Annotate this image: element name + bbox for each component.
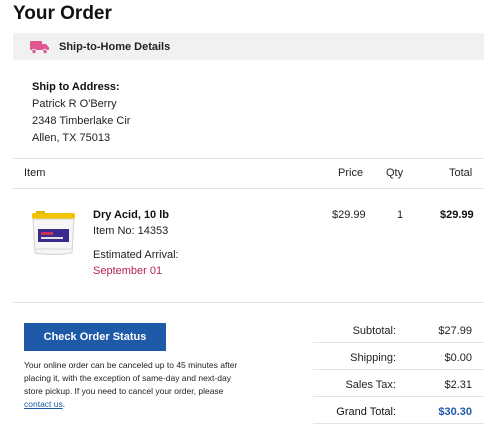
grand-total-value: $30.30 — [438, 406, 472, 418]
cancel-policy-note: Your online order can be canceled up to … — [24, 359, 246, 411]
estimated-arrival-label: Estimated Arrival: — [93, 249, 179, 261]
check-order-status-button[interactable]: Check Order Status — [24, 323, 166, 351]
divider — [13, 158, 484, 159]
divider — [13, 188, 484, 189]
product-name[interactable]: Dry Acid, 10 lb — [93, 209, 169, 221]
item-price: $29.99 — [332, 209, 366, 221]
ship-to-home-label: Ship-to-Home Details — [59, 40, 171, 53]
grand-total-label: Grand Total: — [336, 406, 396, 418]
page-title: Your Order — [13, 3, 112, 24]
column-header-price: Price — [338, 167, 364, 179]
product-image[interactable] — [26, 209, 81, 256]
item-qty: 1 — [397, 209, 404, 221]
ship-address-name: Patrick R O'Berry — [32, 98, 117, 110]
cancel-policy-text: Your online order can be canceled up to … — [24, 360, 238, 396]
truck-icon — [30, 40, 50, 54]
summary-divider — [313, 342, 484, 343]
ship-address-block: Ship to Address: Patrick R O'Berry 2348 … — [32, 79, 130, 147]
column-header-total: Total — [449, 167, 473, 179]
summary-divider — [313, 396, 484, 397]
item-total: $29.99 — [440, 209, 474, 221]
shipping-label: Shipping: — [350, 352, 396, 364]
sales-tax-label: Sales Tax: — [345, 379, 396, 391]
product-item-number: Item No: 14353 — [93, 225, 169, 237]
column-header-item: Item — [24, 167, 46, 179]
shipping-value: $0.00 — [444, 352, 472, 364]
contact-us-link[interactable]: contact us — [24, 399, 63, 409]
column-header-qty: Qty — [386, 167, 404, 179]
subtotal-value: $27.99 — [438, 325, 472, 337]
sales-tax-value: $2.31 — [444, 379, 472, 391]
ship-address-heading: Ship to Address: — [32, 81, 120, 93]
ship-address-city: Allen, TX 75013 — [32, 132, 111, 144]
divider — [13, 302, 484, 303]
summary-divider — [313, 369, 484, 370]
summary-divider — [313, 423, 484, 424]
subtotal-label: Subtotal: — [352, 325, 396, 337]
cancel-policy-end: . — [62, 399, 66, 409]
ship-address-street: 2348 Timberlake Cir — [32, 115, 131, 127]
ship-to-home-banner: Ship-to-Home Details — [13, 33, 484, 60]
estimated-arrival-date: September 01 — [93, 265, 163, 277]
